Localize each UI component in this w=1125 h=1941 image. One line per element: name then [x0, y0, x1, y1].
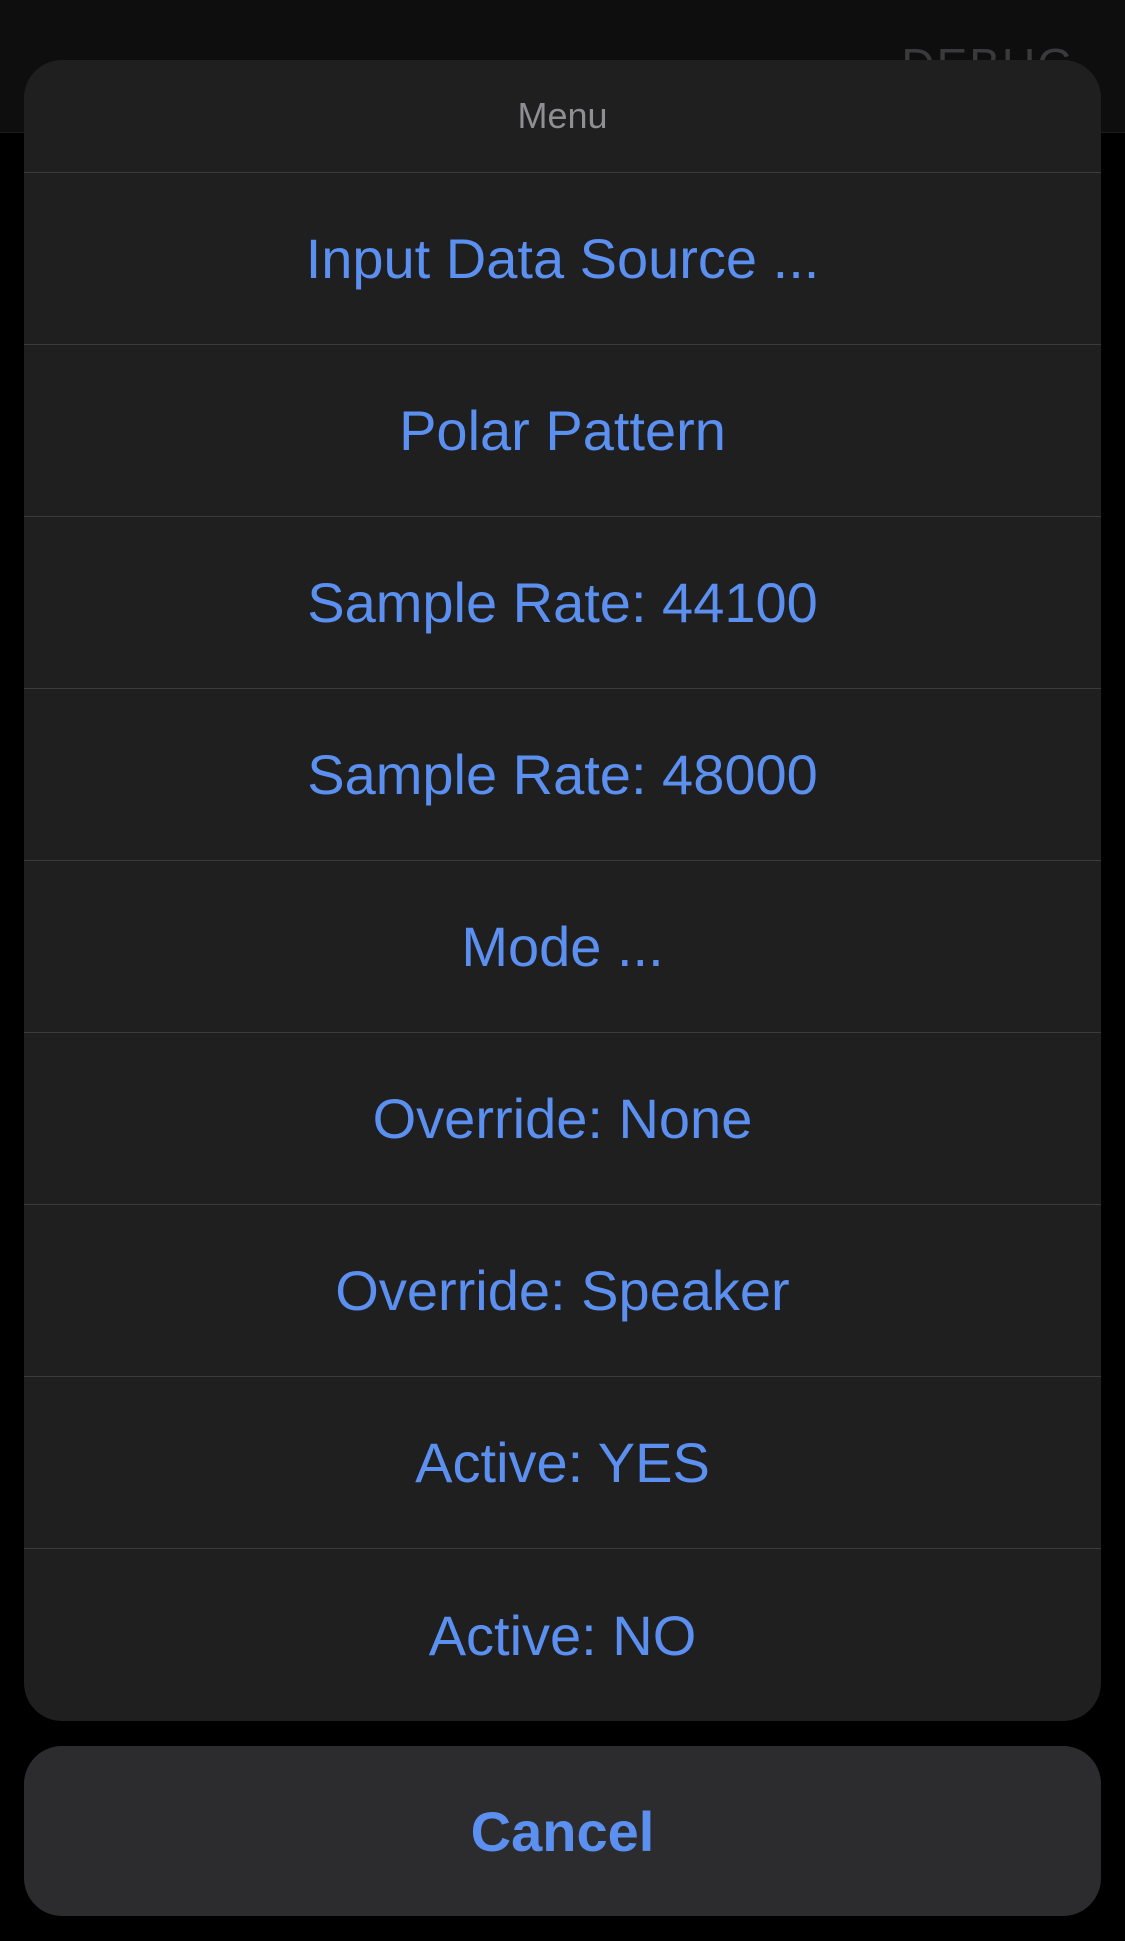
cancel-label: Cancel — [470, 1799, 655, 1863]
action-sheet-title: Menu — [517, 95, 608, 136]
menu-item-polar-pattern[interactable]: Polar Pattern — [24, 345, 1101, 517]
menu-item-label: Sample Rate: 48000 — [307, 743, 818, 806]
menu-item-sample-rate-44100[interactable]: Sample Rate: 44100 — [24, 517, 1101, 689]
menu-item-label: Override: None — [372, 1087, 753, 1150]
menu-item-label: Override: Speaker — [335, 1259, 790, 1322]
menu-item-label: Polar Pattern — [399, 399, 726, 462]
menu-item-mode[interactable]: Mode ... — [24, 861, 1101, 1033]
menu-item-label: Active: YES — [415, 1431, 710, 1494]
cancel-button[interactable]: Cancel — [24, 1746, 1101, 1916]
menu-item-active-yes[interactable]: Active: YES — [24, 1377, 1101, 1549]
menu-item-label: Active: NO — [428, 1603, 697, 1667]
menu-item-active-no[interactable]: Active: NO — [24, 1549, 1101, 1721]
menu-item-input-data-source[interactable]: Input Data Source ... — [24, 173, 1101, 345]
menu-item-label: Sample Rate: 44100 — [307, 571, 818, 634]
action-sheet: Menu Input Data Source ... Polar Pattern… — [24, 60, 1101, 1721]
menu-item-override-speaker[interactable]: Override: Speaker — [24, 1205, 1101, 1377]
action-sheet-header: Menu — [24, 60, 1101, 173]
menu-item-override-none[interactable]: Override: None — [24, 1033, 1101, 1205]
screen: DEBUG Menu Input Data Source ... Polar P… — [0, 0, 1125, 1941]
menu-item-sample-rate-48000[interactable]: Sample Rate: 48000 — [24, 689, 1101, 861]
menu-item-label: Input Data Source ... — [305, 227, 820, 290]
menu-item-label: Mode ... — [461, 915, 664, 978]
